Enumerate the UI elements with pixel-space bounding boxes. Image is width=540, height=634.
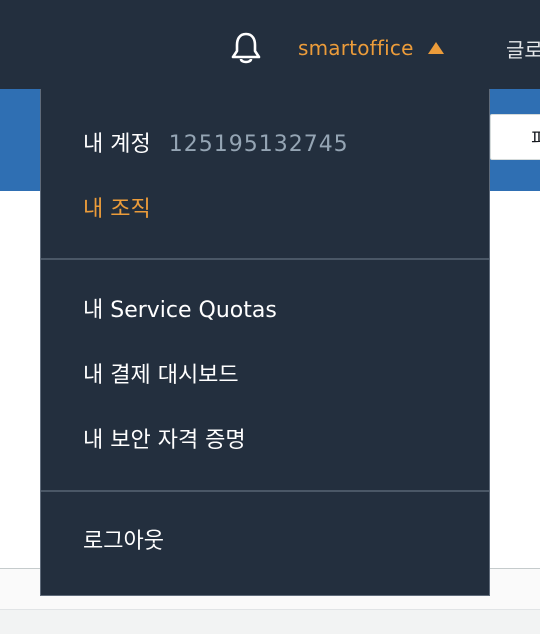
console-page: smartoffice 글로벌 피드백 내 계정 125195132745 내 조… — [0, 0, 540, 634]
menu-item-service-quotas[interactable]: 내 Service Quotas — [83, 296, 277, 326]
account-id: 125195132745 — [168, 132, 349, 157]
menu-divider — [41, 258, 489, 260]
notifications-button[interactable] — [228, 30, 264, 66]
account-name: smartoffice — [298, 36, 414, 60]
top-navigation-bar: smartoffice 글로벌 — [0, 0, 540, 89]
menu-item-billing-dashboard[interactable]: 내 결제 대시보드 — [83, 361, 239, 391]
menu-divider — [41, 490, 489, 492]
account-menu-toggle[interactable]: smartoffice — [298, 34, 444, 62]
menu-item-sign-out[interactable]: 로그아웃 — [83, 527, 164, 557]
bell-icon — [231, 32, 261, 64]
content-divider-bottom — [0, 609, 540, 610]
feedback-button[interactable]: 피드백 — [490, 114, 540, 160]
menu-item-security-credentials[interactable]: 내 보안 자격 증명 — [83, 426, 246, 456]
menu-item-my-account[interactable]: 내 계정 125195132745 — [83, 130, 349, 160]
my-account-label: 내 계정 — [83, 132, 151, 157]
account-dropdown-menu: 내 계정 125195132745 내 조직 내 Service Quotas 내… — [40, 89, 490, 596]
caret-up-icon — [427, 42, 444, 54]
menu-item-my-organization[interactable]: 내 조직 — [83, 195, 151, 225]
region-menu[interactable]: 글로벌 — [506, 34, 540, 63]
